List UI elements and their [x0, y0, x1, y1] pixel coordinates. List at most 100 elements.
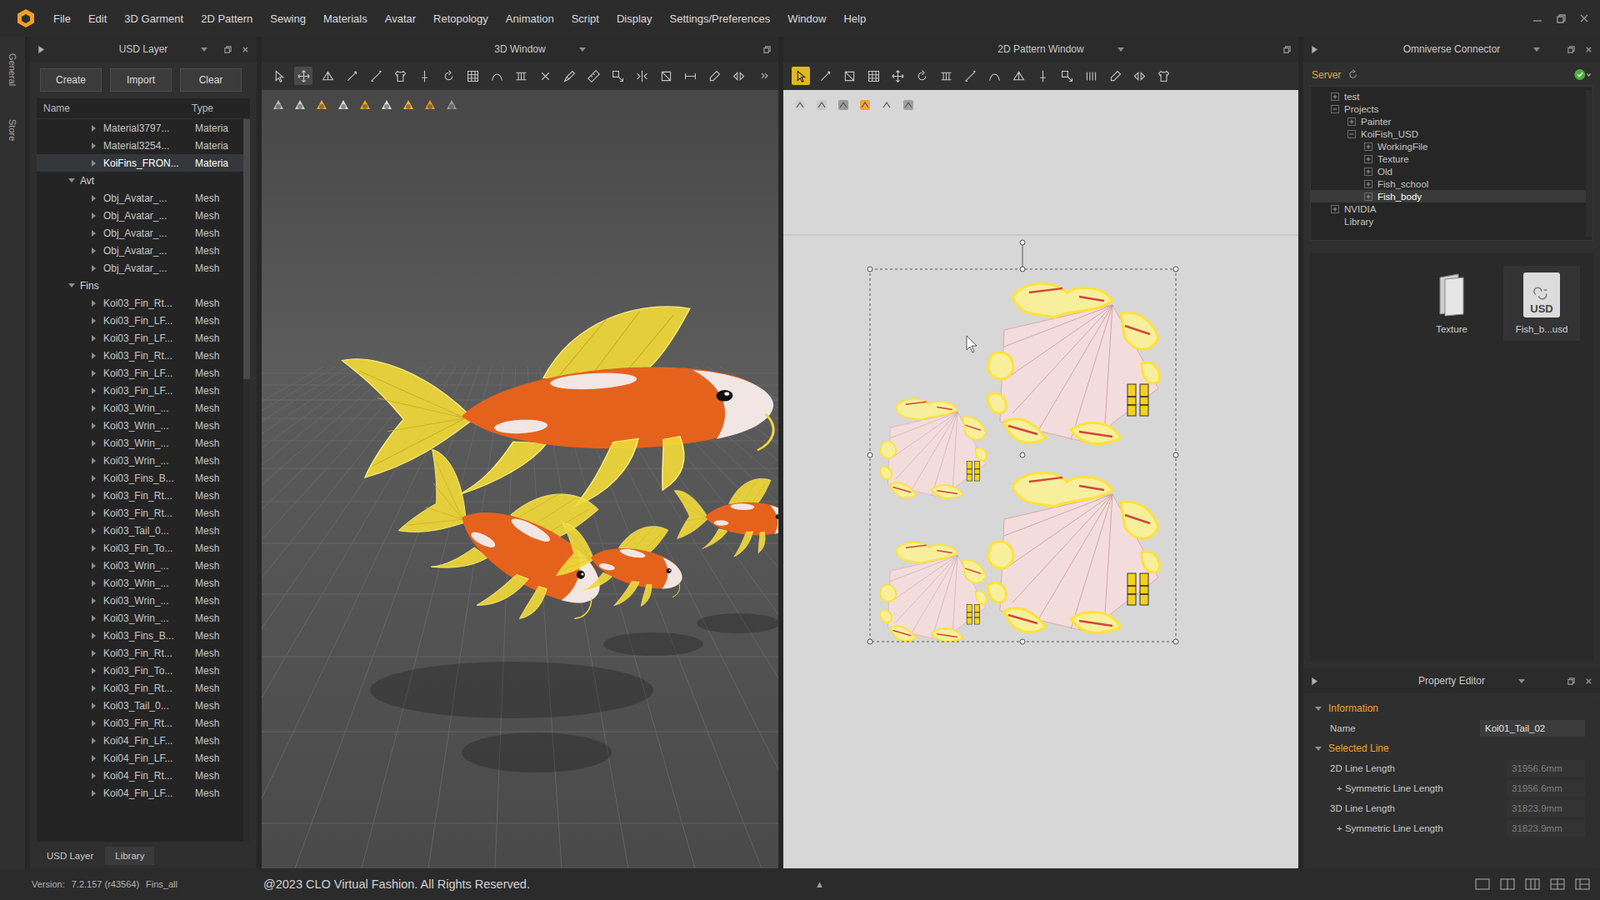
- float-icon[interactable]: [1566, 676, 1576, 686]
- panel-title[interactable]: 3D Window: [494, 43, 545, 55]
- layer-row[interactable]: Material3254...Materia: [36, 136, 244, 155]
- expand-icon[interactable]: [91, 440, 104, 447]
- expand-icon[interactable]: [91, 370, 104, 377]
- server-tree-item[interactable]: Texture: [1310, 152, 1586, 165]
- layer-row[interactable]: Koi03_Fins_B...Mesh: [36, 469, 244, 487]
- koi-fish[interactable]: [671, 475, 779, 560]
- sew-tool-icon[interactable]: [511, 66, 530, 85]
- scrollbar[interactable]: [243, 119, 250, 842]
- dropdown-icon[interactable]: [1117, 47, 1125, 52]
- layer-row[interactable]: Koi03_Tail_0...Mesh: [36, 521, 244, 540]
- toggle-button[interactable]: ▲: [815, 879, 825, 890]
- expand-icon[interactable]: [1330, 92, 1340, 101]
- float-icon[interactable]: [1282, 45, 1292, 55]
- column-header[interactable]: Type: [191, 102, 242, 115]
- pattern-pieces[interactable]: [987, 283, 1160, 444]
- menu-item[interactable]: Avatar: [385, 12, 416, 25]
- shirt-tool-icon[interactable]: [390, 66, 410, 85]
- expand-icon[interactable]: [91, 790, 104, 797]
- expand-icon[interactable]: [1364, 167, 1373, 176]
- view-option-icon[interactable]: [313, 96, 330, 114]
- layer-row[interactable]: Obj_Avatar_...Mesh: [36, 241, 244, 260]
- scale-tool-icon[interactable]: [1057, 66, 1076, 85]
- property-field[interactable]: Koi01_Tail_02: [1480, 720, 1585, 737]
- layout-three-icon[interactable]: [1525, 878, 1540, 890]
- expand-icon[interactable]: [91, 195, 104, 202]
- panel-tab[interactable]: Library: [105, 846, 155, 865]
- layer-row[interactable]: Koi03_Fin_Rt...Mesh: [36, 679, 244, 697]
- view-option-icon[interactable]: [835, 96, 852, 114]
- expand-icon[interactable]: [91, 247, 104, 255]
- view-option-icon[interactable]: [356, 96, 374, 114]
- expand-icon[interactable]: [91, 597, 104, 605]
- expand-icon[interactable]: [1364, 180, 1373, 189]
- expand-icon[interactable]: [68, 178, 80, 183]
- server-tree-item[interactable]: test: [1310, 90, 1586, 103]
- expand-icon[interactable]: [91, 755, 104, 762]
- expand-icon[interactable]: [1347, 130, 1356, 139]
- layer-row[interactable]: Koi03_Fin_LF...Mesh: [36, 329, 244, 347]
- layer-row[interactable]: KoiFins_FRON...Materia: [36, 154, 244, 172]
- expand-icon[interactable]: [91, 492, 104, 500]
- point-tool-icon[interactable]: [815, 66, 835, 85]
- 3d-scene[interactable]: [261, 90, 779, 869]
- curve-tool-icon[interactable]: [487, 66, 506, 85]
- layer-row[interactable]: Koi03_Fin_Rt...Mesh: [36, 294, 244, 312]
- pin-tool-icon[interactable]: [1033, 66, 1052, 85]
- server-tree-item[interactable]: WorkingFile: [1310, 140, 1586, 153]
- view-option-icon[interactable]: [291, 96, 309, 114]
- 3d-viewport[interactable]: [261, 90, 779, 869]
- expand-icon[interactable]: [91, 475, 104, 482]
- dock-arrow-icon[interactable]: [1310, 45, 1320, 55]
- line-tool-icon[interactable]: [960, 66, 980, 85]
- file-item[interactable]: Texture: [1413, 265, 1490, 341]
- expand-icon[interactable]: [91, 580, 104, 587]
- expand-icon[interactable]: [91, 772, 104, 780]
- layer-button[interactable]: Create: [40, 68, 102, 92]
- layer-row[interactable]: Koi03_Fin_Rt...Mesh: [36, 714, 244, 732]
- view-option-icon[interactable]: [900, 96, 917, 114]
- view-option-icon[interactable]: [378, 96, 395, 114]
- expand-icon[interactable]: [91, 405, 104, 412]
- curve-tool-icon[interactable]: [985, 66, 1004, 85]
- server-tree-item[interactable]: Painter: [1310, 115, 1586, 128]
- server-tree-item[interactable]: Old: [1310, 165, 1586, 178]
- layer-row[interactable]: Obj_Avatar_...Mesh: [36, 189, 244, 207]
- column-header[interactable]: Name: [36, 102, 192, 115]
- pattern-canvas[interactable]: [783, 90, 1299, 869]
- menu-item[interactable]: Settings/Preferences: [670, 12, 771, 25]
- layer-row[interactable]: Koi03_Fin_To...Mesh: [36, 661, 244, 680]
- dropdown-icon[interactable]: [1533, 47, 1540, 52]
- point-tool-icon[interactable]: [342, 66, 361, 85]
- layout-single-icon[interactable]: [1475, 878, 1490, 890]
- expand-icon[interactable]: [91, 720, 104, 727]
- layer-row[interactable]: Koi04_Fin_LF...Mesh: [36, 784, 244, 802]
- expand-icon[interactable]: [91, 265, 104, 272]
- view-option-icon[interactable]: [443, 96, 460, 114]
- tack-tool-icon[interactable]: [535, 66, 555, 85]
- view-option-icon[interactable]: [813, 96, 830, 114]
- move-tool-icon[interactable]: [888, 66, 907, 85]
- grid-tool-icon[interactable]: [864, 66, 883, 85]
- minimize-icon[interactable]: [1531, 12, 1544, 25]
- layer-row[interactable]: Koi04_Fin_Rt...Mesh: [36, 766, 244, 785]
- side-tab[interactable]: Store: [7, 119, 18, 141]
- fold-tool-icon[interactable]: [1009, 66, 1028, 85]
- koi-fish[interactable]: [377, 425, 635, 653]
- dock-arrow-icon[interactable]: [1310, 676, 1320, 686]
- ruler-tool-icon[interactable]: [584, 66, 603, 85]
- layer-row[interactable]: Koi03_Fin_Rt...Mesh: [36, 346, 244, 365]
- layout-split-icon[interactable]: [1500, 878, 1515, 890]
- shirt-tool-icon[interactable]: [1154, 66, 1173, 85]
- server-tree-item[interactable]: KoiFish_USD: [1310, 127, 1586, 140]
- expand-icon[interactable]: [91, 142, 104, 150]
- layer-row[interactable]: Koi03_Wrin_...Mesh: [36, 556, 244, 575]
- expand-icon[interactable]: [91, 335, 104, 342]
- refresh-icon[interactable]: [1347, 69, 1359, 80]
- dock-arrow-icon[interactable]: [36, 45, 46, 55]
- expand-icon[interactable]: [1364, 142, 1373, 151]
- join-tool-icon[interactable]: [1130, 66, 1149, 85]
- server-tree-item[interactable]: Fish_body: [1310, 190, 1586, 203]
- close-icon[interactable]: [240, 45, 250, 55]
- expand-icon[interactable]: [1364, 192, 1373, 201]
